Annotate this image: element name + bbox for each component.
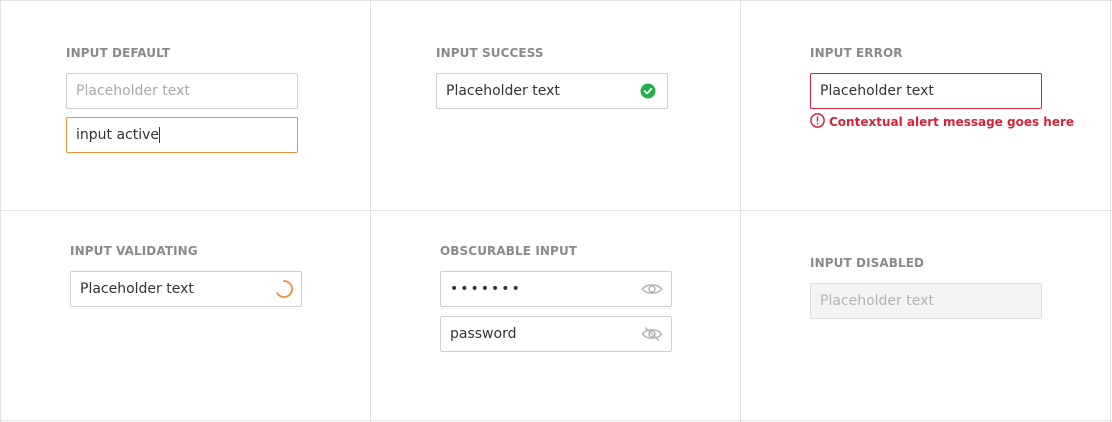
active-input[interactable]: input active (66, 117, 298, 153)
input-disabled-label: INPUT DISABLED (810, 256, 925, 270)
disabled-input (810, 283, 1042, 319)
error-input[interactable] (810, 73, 1042, 109)
eye-off-icon[interactable] (641, 326, 663, 342)
obscurable-input-label: OBSCURABLE INPUT (440, 244, 578, 258)
input-success-label: INPUT SUCCESS (436, 46, 544, 60)
masked-value: ••••••• (450, 281, 522, 297)
validating-input-field[interactable] (71, 272, 301, 306)
grid-line (0, 420, 1112, 421)
password-input-visible[interactable] (440, 316, 672, 352)
error-message: Contextual alert message goes here (810, 113, 1074, 131)
error-input-field[interactable] (811, 74, 1041, 108)
grid-line (370, 0, 371, 422)
eye-icon[interactable] (641, 282, 663, 296)
alert-circle-icon (810, 113, 825, 131)
input-validating-label: INPUT VALIDATING (70, 244, 198, 258)
password-input-masked[interactable]: ••••••• (440, 271, 672, 307)
check-circle-icon (640, 83, 656, 99)
default-input[interactable] (66, 73, 298, 109)
grid-line (1110, 0, 1111, 422)
spinner-icon (274, 279, 294, 299)
password-visible-field[interactable] (441, 317, 671, 351)
grid-line (0, 210, 1112, 211)
text-caret (159, 127, 161, 143)
grid-line (0, 0, 1, 422)
error-message-text: Contextual alert message goes here (829, 115, 1075, 129)
success-input-field[interactable] (437, 74, 667, 108)
grid-line (0, 0, 1112, 1)
active-input-value: input active (76, 127, 160, 143)
grid-line (740, 0, 741, 422)
validating-input[interactable] (70, 271, 302, 307)
input-default-label: INPUT DEFAULT (66, 46, 171, 60)
disabled-input-field (811, 284, 1041, 318)
input-error-label: INPUT ERROR (810, 46, 903, 60)
success-input[interactable] (436, 73, 668, 109)
default-input-field[interactable] (67, 74, 297, 108)
